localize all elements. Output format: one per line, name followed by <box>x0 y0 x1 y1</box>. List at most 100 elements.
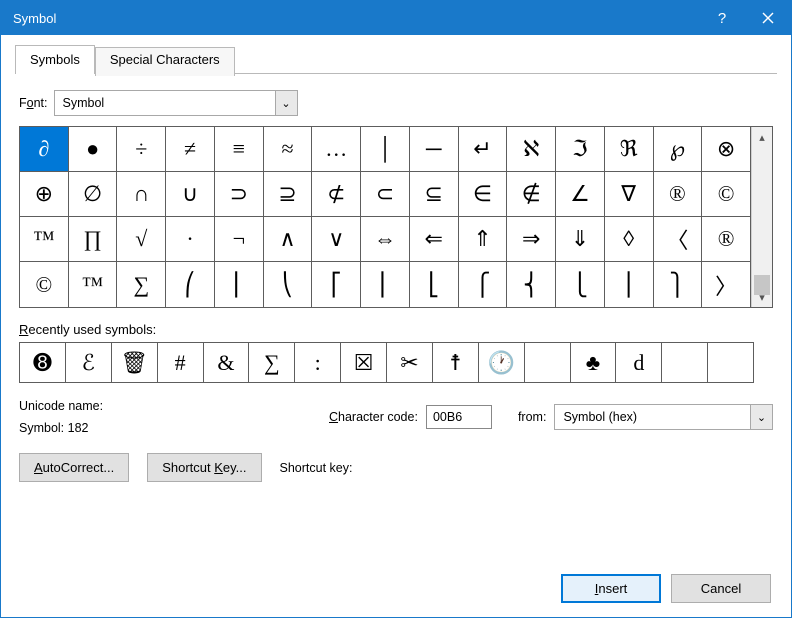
help-button[interactable]: ? <box>699 1 745 35</box>
symbol-cell[interactable]: ÷ <box>117 127 166 172</box>
symbol-cell[interactable]: ∧ <box>264 217 313 262</box>
font-dropdown[interactable]: Symbol ⌄ <box>54 90 298 116</box>
symbol-cell[interactable]: ¬ <box>215 217 264 262</box>
symbol-cell[interactable]: ⎨ <box>507 262 556 307</box>
symbol-cell[interactable]: ∈ <box>459 172 508 217</box>
symbol-cell[interactable]: ∨ <box>312 217 361 262</box>
from-dropdown[interactable]: Symbol (hex) ⌄ <box>554 404 773 430</box>
symbol-cell[interactable]: ⊆ <box>410 172 459 217</box>
symbol-cell[interactable]: ® <box>702 217 751 262</box>
symbol-cell[interactable]: ℘ <box>654 127 703 172</box>
recent-symbol-cell[interactable]: ☒ <box>341 343 387 383</box>
recent-symbol-cell[interactable]: ✂ <box>387 343 433 383</box>
unicode-name-block: Unicode name: Symbol: 182 <box>19 399 319 435</box>
recent-symbol-cell[interactable] <box>525 343 571 383</box>
symbol-cell[interactable]: ℜ <box>605 127 654 172</box>
symbol-cell[interactable]: ™ <box>69 262 118 307</box>
symbol-cell[interactable]: ≈ <box>264 127 313 172</box>
symbol-cell[interactable]: ⎩ <box>556 262 605 307</box>
cancel-button[interactable]: Cancel <box>671 574 771 603</box>
tab-symbols[interactable]: Symbols <box>15 45 95 74</box>
symbol-cell[interactable]: © <box>20 262 69 307</box>
recent-symbol-cell[interactable]: ℰ <box>66 343 112 383</box>
symbol-cell[interactable]: ≡ <box>215 127 264 172</box>
symbol-cell[interactable]: ⎣ <box>410 262 459 307</box>
recent-symbol-cell[interactable] <box>662 343 708 383</box>
symbol-cell[interactable]: ⎢ <box>361 262 410 307</box>
grid-scrollbar[interactable]: ▴ ▾ <box>751 127 773 307</box>
symbol-cell[interactable]: ∩ <box>117 172 166 217</box>
symbol-cell[interactable]: ⇒ <box>507 217 556 262</box>
symbol-cell[interactable]: ⎝ <box>264 262 313 307</box>
scroll-thumb[interactable] <box>754 275 770 295</box>
symbol-cell[interactable]: ∇ <box>605 172 654 217</box>
symbol-cell[interactable]: © <box>702 172 751 217</box>
scroll-up-icon[interactable]: ▴ <box>752 127 772 147</box>
symbol-cell[interactable]: ℵ <box>507 127 556 172</box>
symbol-cell[interactable]: ⊃ <box>215 172 264 217</box>
symbol-cell[interactable]: ℑ <box>556 127 605 172</box>
symbol-cell[interactable]: ™ <box>20 217 69 262</box>
symbol-cell[interactable]: ↵ <box>459 127 508 172</box>
symbol-cell[interactable]: ® <box>654 172 703 217</box>
recent-symbol-cell[interactable]: 🗑 <box>112 343 158 383</box>
symbol-cell[interactable]: ⊕ <box>20 172 69 217</box>
symbol-cell[interactable]: ∪ <box>166 172 215 217</box>
symbol-cell[interactable]: ⎪ <box>605 262 654 307</box>
symbol-cell[interactable]: … <box>312 127 361 172</box>
shortcut-key-label: Shortcut key: <box>280 461 353 475</box>
chevron-down-icon[interactable]: ⌄ <box>750 405 772 429</box>
symbol-cell[interactable]: ∑ <box>117 262 166 307</box>
symbol-cell[interactable]: · <box>166 217 215 262</box>
close-button[interactable] <box>745 1 791 35</box>
character-code-input[interactable]: 00B6 <box>426 405 492 429</box>
recent-symbol-cell[interactable]: & <box>204 343 250 383</box>
from-label: from: <box>518 410 546 424</box>
recent-symbols-grid: ➑ℰ🗑#&∑:☒✂☨🕐 ♣d <box>19 342 754 383</box>
symbol-cell[interactable]: ≠ <box>166 127 215 172</box>
symbol-cell[interactable]: ∠ <box>556 172 605 217</box>
symbol-cell[interactable]: ⎫ <box>654 262 703 307</box>
symbol-cell[interactable]: ⊄ <box>312 172 361 217</box>
symbol-cell[interactable]: │ <box>361 127 410 172</box>
recent-symbol-cell[interactable]: ☨ <box>433 343 479 383</box>
symbol-cell[interactable]: ⇐ <box>410 217 459 262</box>
scroll-track[interactable] <box>752 147 772 287</box>
symbol-cell[interactable]: ⊂ <box>361 172 410 217</box>
recent-symbol-cell[interactable]: # <box>158 343 204 383</box>
tab-special-characters[interactable]: Special Characters <box>95 47 235 76</box>
unicode-name-label: Unicode name: <box>19 399 319 413</box>
tab-strip: Symbols Special Characters <box>15 45 777 74</box>
insert-button[interactable]: Insert <box>561 574 661 603</box>
symbol-cell[interactable]: ∉ <box>507 172 556 217</box>
symbol-cell[interactable]: ∂ <box>20 127 69 172</box>
symbol-cell[interactable]: ⊗ <box>702 127 751 172</box>
symbol-cell[interactable]: ⊇ <box>264 172 313 217</box>
character-code-label: Character code: <box>329 410 418 424</box>
symbol-cell[interactable]: ⇓ <box>556 217 605 262</box>
symbol-cell[interactable]: ⎧ <box>459 262 508 307</box>
symbol-cell[interactable]: 〈 <box>654 217 703 262</box>
symbol-cell[interactable]: ⎡ <box>312 262 361 307</box>
symbol-cell[interactable]: ⎛ <box>166 262 215 307</box>
recent-symbol-cell[interactable]: : <box>295 343 341 383</box>
recent-symbol-cell[interactable]: 🕐 <box>479 343 525 383</box>
symbol-cell[interactable]: ◊ <box>605 217 654 262</box>
shortcut-key-button[interactable]: Shortcut Key... <box>147 453 261 482</box>
symbol-cell[interactable]: ∏ <box>69 217 118 262</box>
symbol-cell[interactable]: ⇑ <box>459 217 508 262</box>
recent-symbol-cell[interactable] <box>708 343 754 383</box>
recent-symbol-cell[interactable]: ➑ <box>20 343 66 383</box>
autocorrect-button[interactable]: AutoCorrect... <box>19 453 129 482</box>
symbol-cell[interactable]: ⎜ <box>215 262 264 307</box>
chevron-down-icon[interactable]: ⌄ <box>275 91 297 115</box>
symbol-cell[interactable]: ⇔ <box>361 217 410 262</box>
recent-symbol-cell[interactable]: ♣ <box>571 343 617 383</box>
symbol-cell[interactable]: 〉 <box>702 262 751 307</box>
symbol-cell[interactable]: √ <box>117 217 166 262</box>
symbol-cell[interactable]: ∅ <box>69 172 118 217</box>
symbol-cell[interactable]: ─ <box>410 127 459 172</box>
recent-symbol-cell[interactable]: d <box>616 343 662 383</box>
symbol-cell[interactable]: ● <box>69 127 118 172</box>
recent-symbol-cell[interactable]: ∑ <box>249 343 295 383</box>
